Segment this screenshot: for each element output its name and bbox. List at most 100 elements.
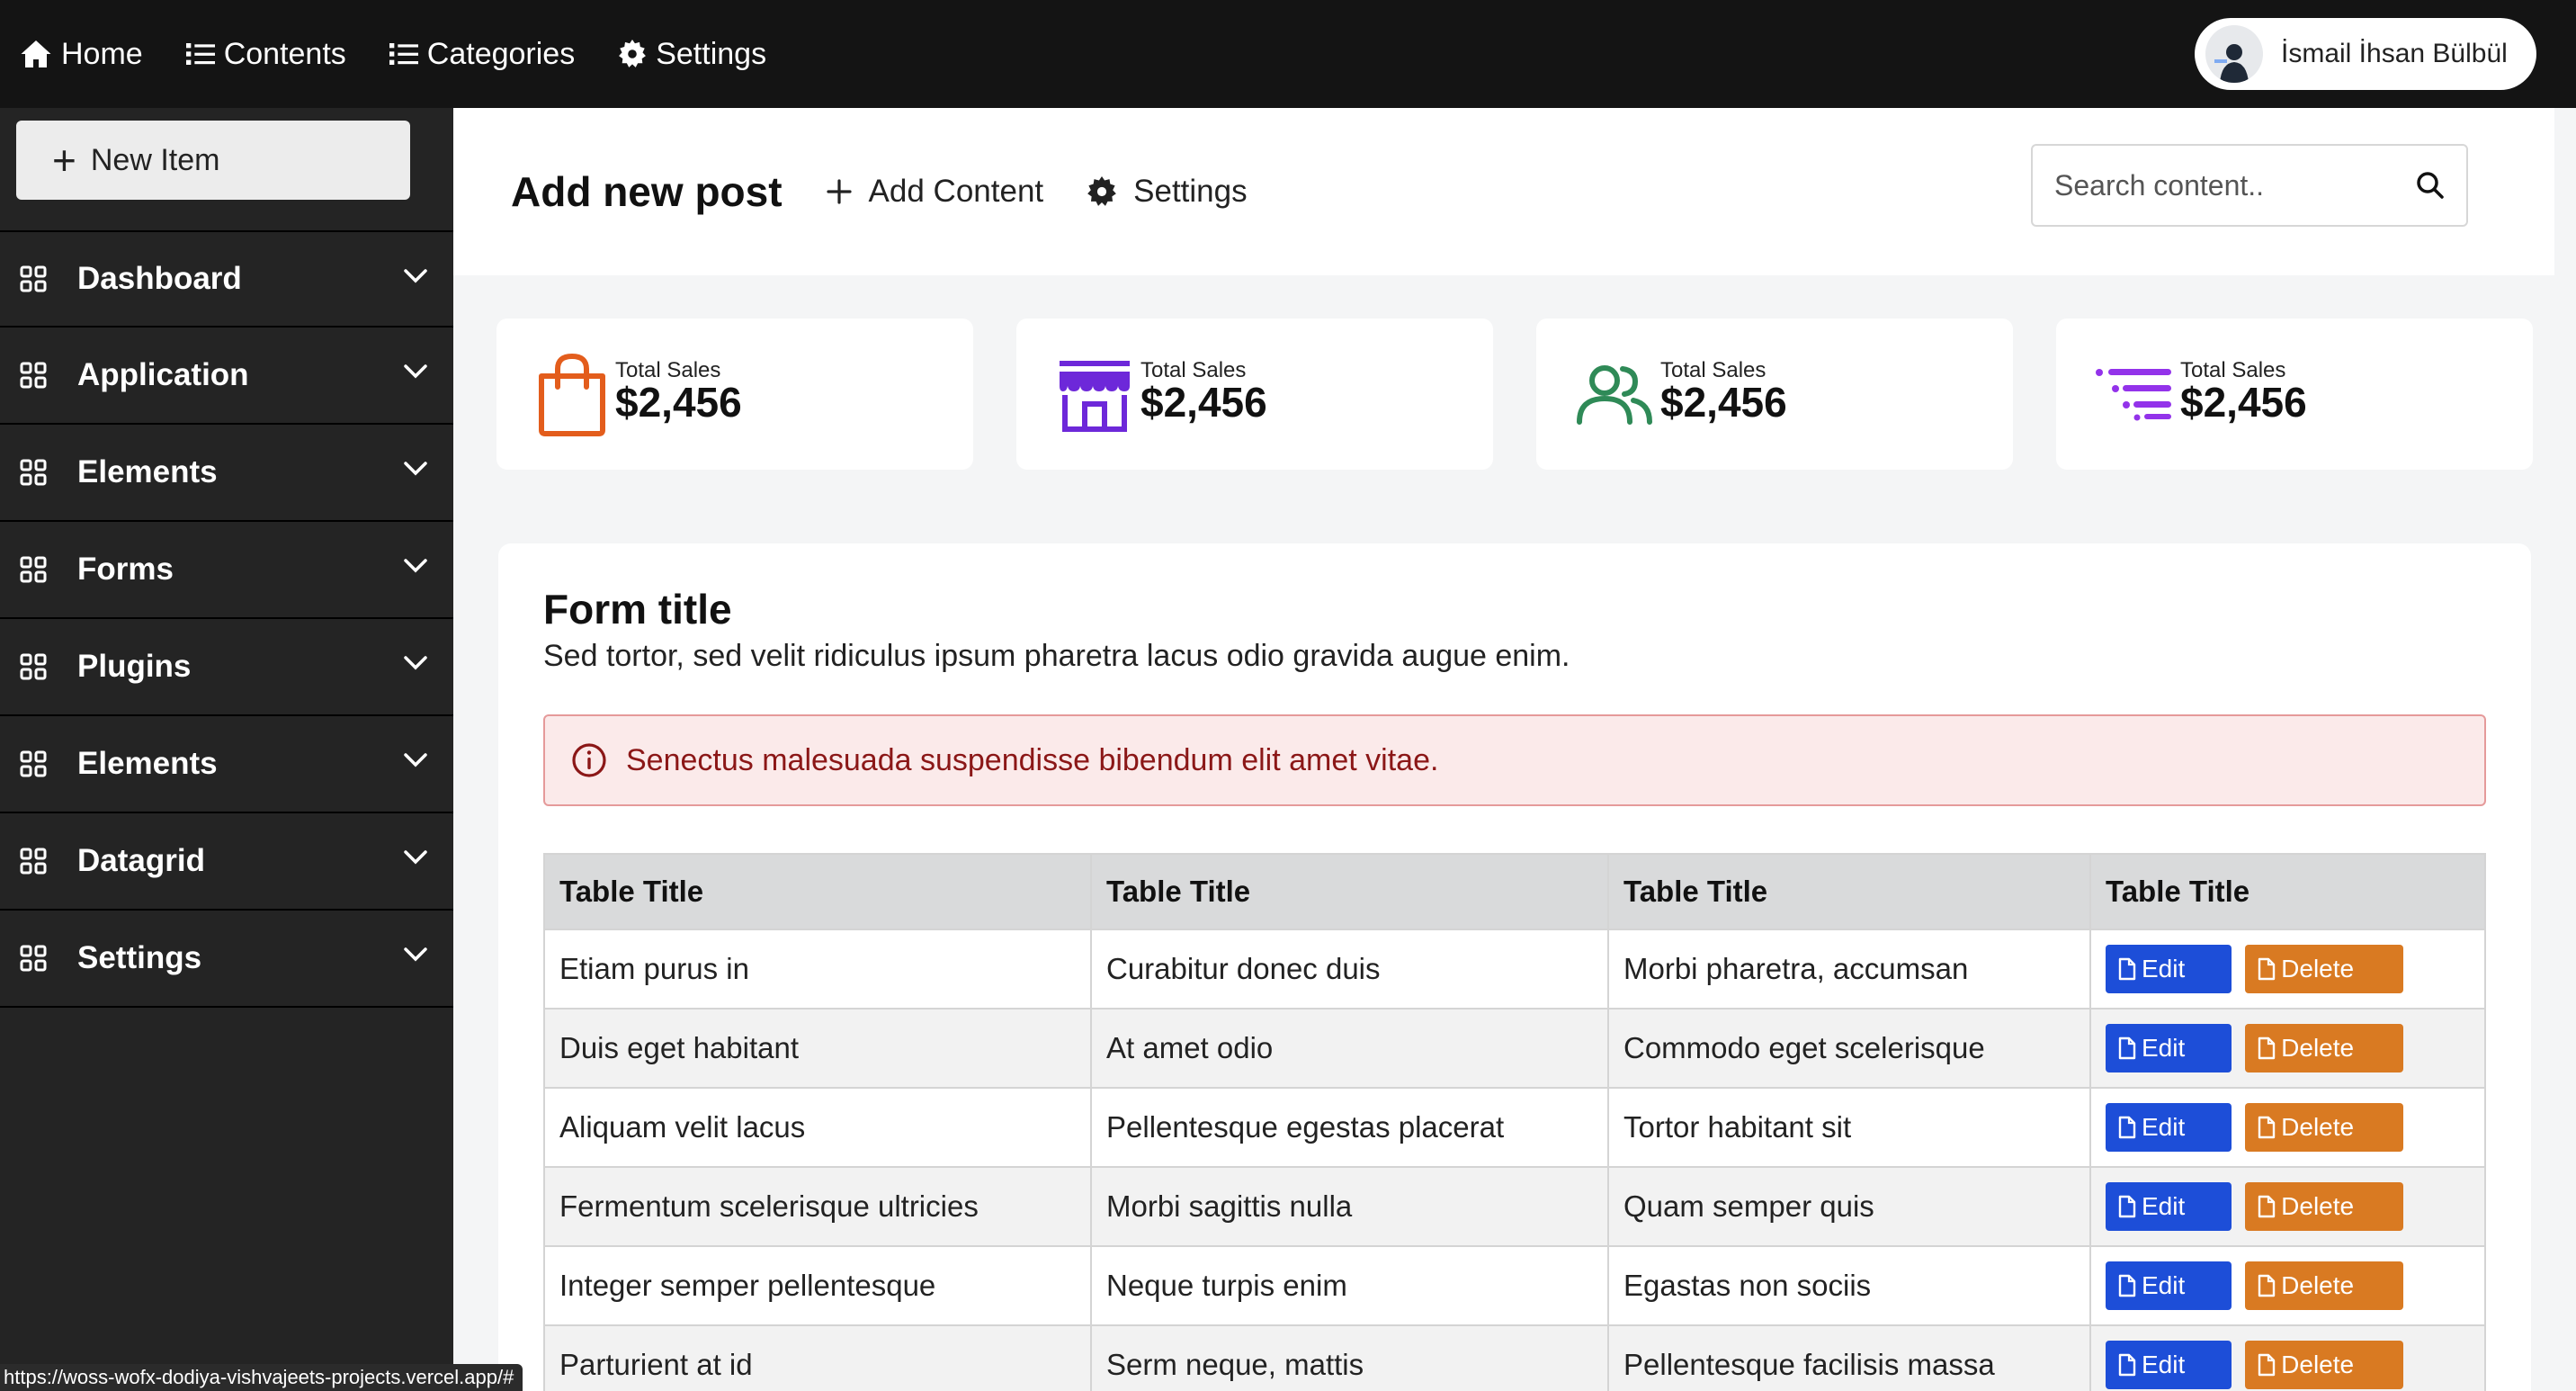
info-circle-icon: [572, 743, 606, 777]
sidebar-item-plugins[interactable]: Plugins: [0, 619, 453, 716]
row-actions: Edit Delete: [2089, 1324, 2486, 1391]
file-icon: [2118, 1353, 2136, 1377]
column-header[interactable]: Table Title: [2089, 853, 2486, 930]
file-icon: [2258, 1274, 2276, 1297]
topnav-settings[interactable]: Settings: [618, 37, 766, 72]
edit-button[interactable]: Edit: [2106, 945, 2232, 993]
edit-label: Edit: [2142, 1034, 2186, 1062]
add-content-label: Add Content: [868, 174, 1044, 209]
topnav-home-label: Home: [61, 36, 143, 71]
delete-button[interactable]: Delete: [2245, 1341, 2404, 1389]
edit-label: Edit: [2142, 955, 2186, 983]
sidebar-item-label: Settings: [77, 940, 202, 975]
edit-button[interactable]: Edit: [2106, 1182, 2232, 1231]
table-row: Integer semper pellentesque Neque turpis…: [543, 1245, 2486, 1326]
form-title: Form title: [543, 586, 732, 633]
sidebar-item-elements-2[interactable]: Elements: [0, 716, 453, 813]
edit-button[interactable]: Edit: [2106, 1261, 2232, 1310]
data-table: Table Title Table Title Table Title Tabl…: [543, 853, 2486, 1391]
sidebar-item-label: Elements: [77, 454, 218, 489]
edit-label: Edit: [2142, 1351, 2186, 1378]
sidebar: + New Item Dashboard Application Element…: [0, 108, 453, 1391]
stat-value: $2,456: [1660, 379, 1787, 426]
form-description: Sed tortor, sed velit ridiculus ipsum ph…: [543, 639, 1570, 673]
delete-button[interactable]: Delete: [2245, 1261, 2404, 1310]
edit-button[interactable]: Edit: [2106, 1024, 2232, 1072]
delete-label: Delete: [2281, 1351, 2355, 1378]
delete-label: Delete: [2281, 1271, 2355, 1299]
sidebar-item-label: Datagrid: [77, 843, 205, 878]
delete-button[interactable]: Delete: [2245, 1024, 2404, 1072]
user-menu[interactable]: İsmail İhsan Bülbül: [2195, 18, 2536, 90]
grid-icon: [20, 459, 47, 486]
plus-icon: [826, 179, 852, 204]
header-settings-label: Settings: [1133, 174, 1248, 209]
file-icon: [2118, 1195, 2136, 1218]
header-settings-button[interactable]: Settings: [1087, 174, 1248, 210]
status-bar-url: https://woss-wofx-dodiya-vishvajeets-pro…: [0, 1364, 523, 1391]
grid-icon: [20, 750, 47, 777]
sidebar-item-label: Dashboard: [77, 261, 242, 296]
topnav-categories[interactable]: Categories: [389, 37, 575, 72]
delete-label: Delete: [2281, 1192, 2355, 1220]
table-cell: Morbi pharetra, accumsan: [1607, 929, 2091, 1010]
sidebar-item-dashboard[interactable]: Dashboard: [0, 230, 453, 328]
list-icon: [185, 43, 215, 65]
file-icon: [2118, 1274, 2136, 1297]
delete-button[interactable]: Delete: [2245, 945, 2404, 993]
table-cell: Parturient at id: [543, 1324, 1092, 1391]
edit-button[interactable]: Edit: [2106, 1103, 2232, 1152]
topnav-categories-label: Categories: [426, 36, 576, 71]
sidebar-item-settings[interactable]: Settings: [0, 911, 453, 1008]
table-cell: Pellentesque egestas placerat: [1090, 1087, 1609, 1168]
delete-button[interactable]: Delete: [2245, 1103, 2404, 1152]
column-header[interactable]: Table Title: [1090, 853, 1609, 930]
stat-card: Total Sales $2,456: [496, 319, 973, 470]
stat-text: Total Sales $2,456: [1140, 360, 1267, 424]
row-actions: Edit Delete: [2089, 1245, 2486, 1326]
users-icon: [1577, 365, 1652, 425]
row-actions: Edit Delete: [2089, 1166, 2486, 1247]
search-input[interactable]: [2054, 168, 2396, 202]
search-icon[interactable]: [2414, 169, 2446, 202]
row-actions: Edit Delete: [2089, 1087, 2486, 1168]
file-icon: [2118, 957, 2136, 981]
sidebar-item-label: Application: [77, 357, 249, 392]
sidebar-item-datagrid[interactable]: Datagrid: [0, 813, 453, 911]
topnav-home[interactable]: Home: [20, 37, 143, 72]
stat-text: Total Sales $2,456: [2180, 360, 2307, 426]
new-item-label: New Item: [90, 142, 220, 177]
column-header[interactable]: Table Title: [1607, 853, 2091, 930]
stat-value: $2,456: [2180, 379, 2307, 426]
file-icon: [2258, 1195, 2276, 1218]
sidebar-item-forms[interactable]: Forms: [0, 522, 453, 619]
file-icon: [2118, 1116, 2136, 1139]
edit-button[interactable]: Edit: [2106, 1341, 2232, 1389]
table-cell: Commodo eget scelerisque: [1607, 1008, 2091, 1089]
edit-label: Edit: [2142, 1113, 2186, 1141]
sidebar-item-application[interactable]: Application: [0, 328, 453, 425]
topnav-contents[interactable]: Contents: [185, 37, 346, 72]
new-item-button[interactable]: + New Item: [16, 121, 410, 200]
edit-label: Edit: [2142, 1271, 2186, 1299]
stat-text: Total Sales $2,456: [615, 360, 742, 424]
table-cell: Pellentesque facilisis massa: [1607, 1324, 2091, 1391]
user-avatar-icon: [2214, 44, 2249, 83]
file-icon: [2258, 957, 2276, 981]
table-cell: Aliquam velit lacus: [543, 1087, 1092, 1168]
table-cell: Duis eget habitant: [543, 1008, 1092, 1089]
table-cell: Morbi sagittis nulla: [1090, 1166, 1609, 1247]
delete-button[interactable]: Delete: [2245, 1182, 2404, 1231]
grid-icon: [20, 945, 47, 972]
sidebar-menu: Dashboard Application Elements Forms Plu…: [0, 230, 453, 1008]
top-nav: Home Contents Categories Settings: [0, 37, 809, 72]
table-cell: Curabitur donec duis: [1090, 929, 1609, 1010]
sidebar-item-label: Plugins: [77, 649, 192, 684]
add-content-button[interactable]: Add Content: [826, 174, 1044, 210]
home-icon: [21, 40, 51, 67]
topnav-settings-label: Settings: [656, 36, 767, 71]
table-cell: Tortor habitant sit: [1607, 1087, 2091, 1168]
sidebar-item-elements[interactable]: Elements: [0, 425, 453, 522]
column-header[interactable]: Table Title: [543, 853, 1092, 930]
stat-text: Total Sales $2,456: [1660, 360, 1787, 426]
